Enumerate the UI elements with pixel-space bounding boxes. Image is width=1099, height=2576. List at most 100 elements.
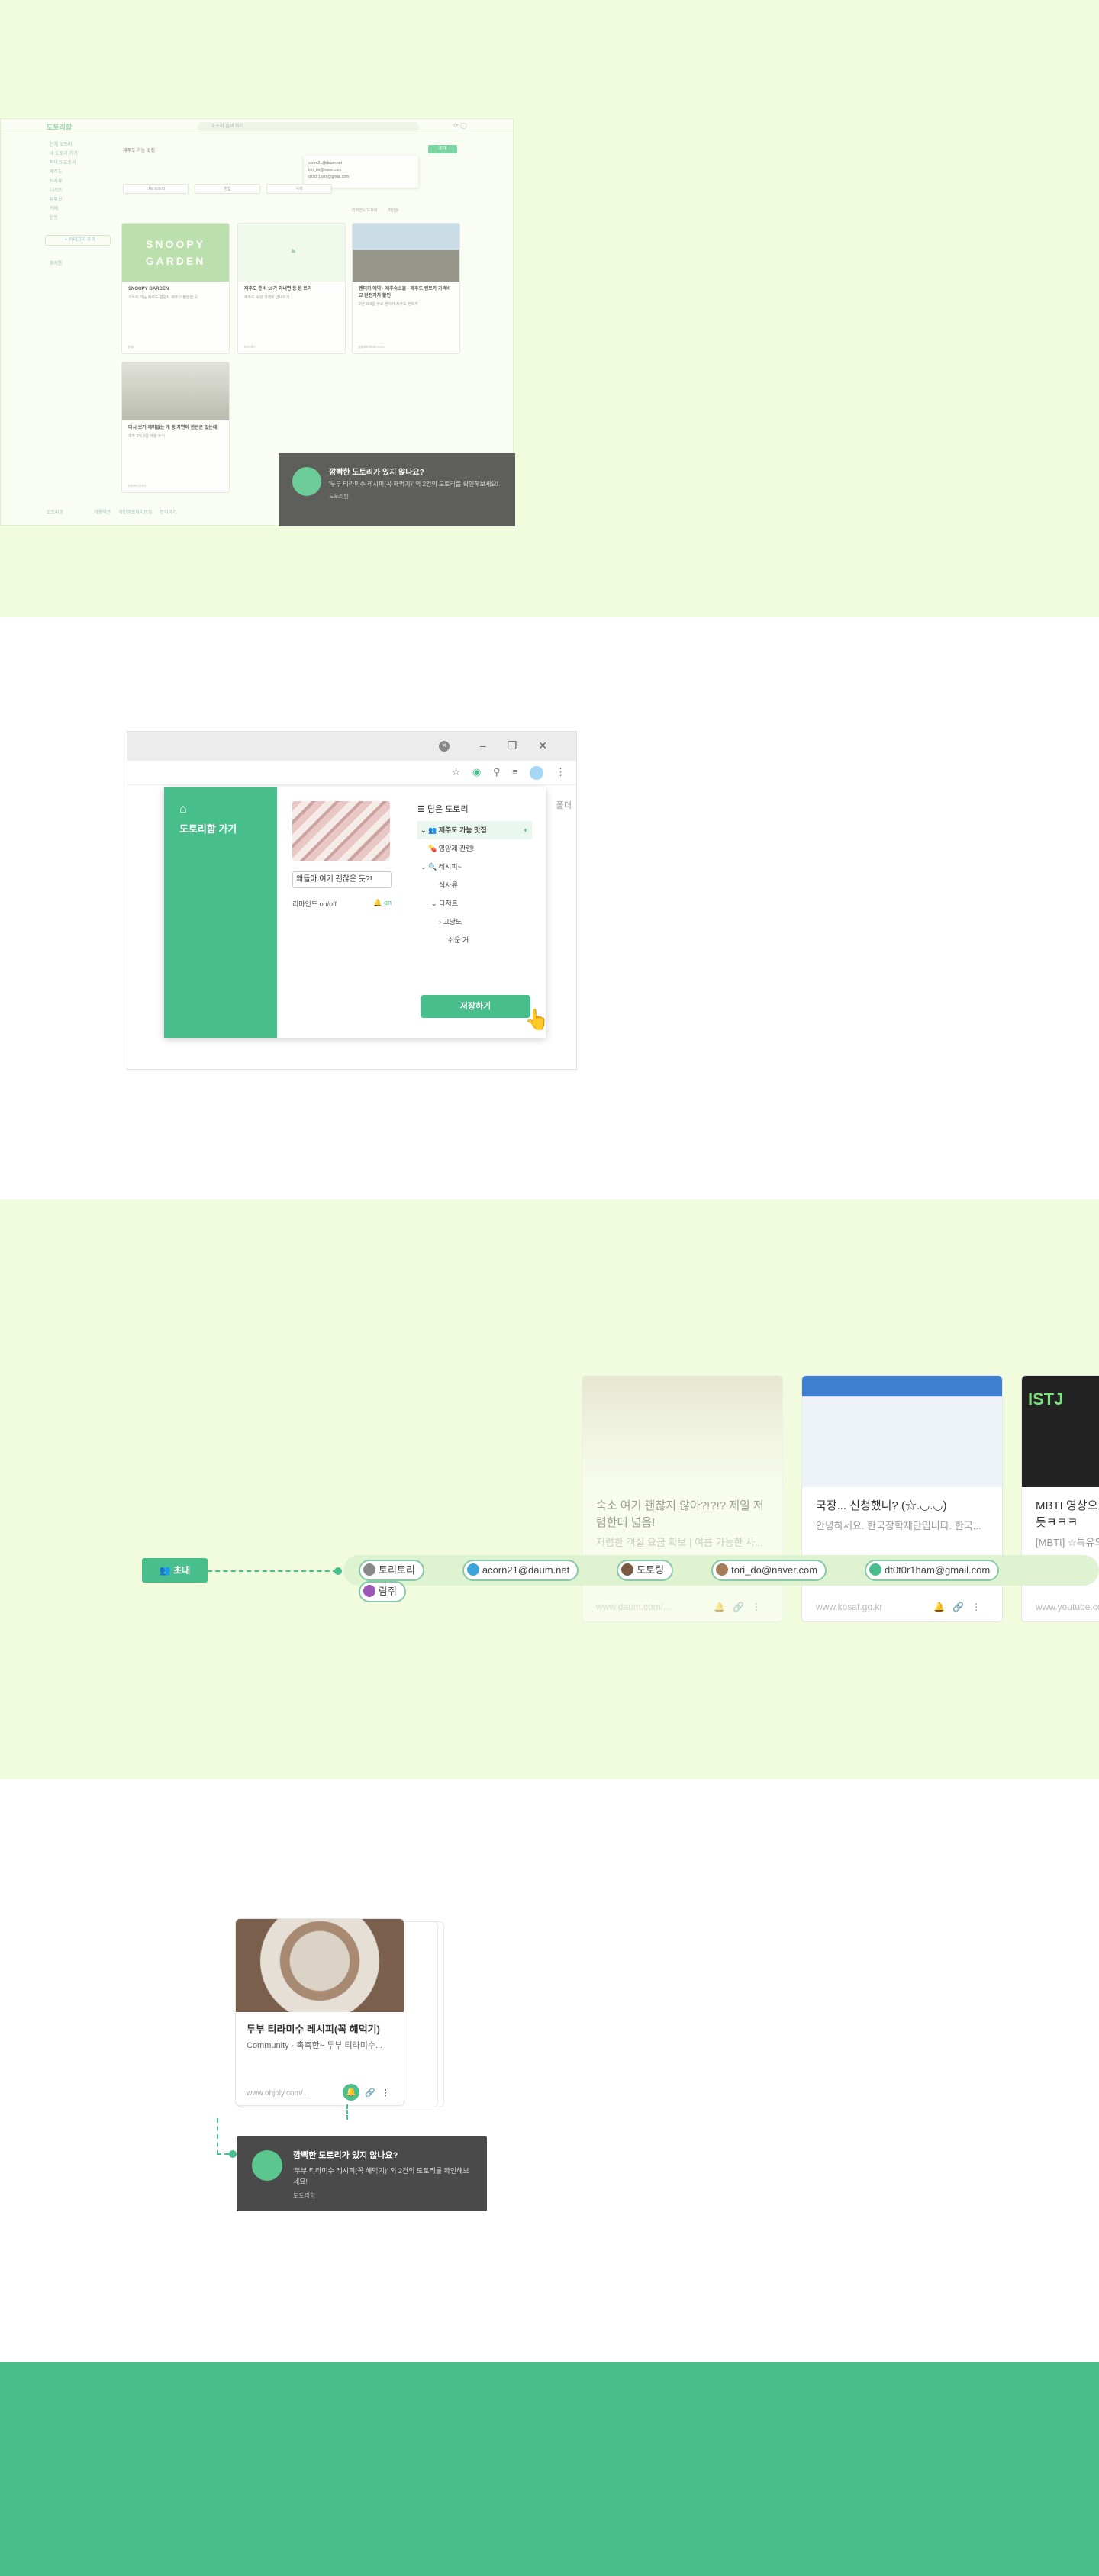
browser-tabbar: × –❐✕ xyxy=(127,732,576,761)
card-actions[interactable]: 🔔🔗⋮ xyxy=(714,1602,769,1612)
folder-tree: ☰ 담은 도토리 ⌄ 👥 제주도 가능 맛집 + 💊 영양제 관련! ⌄ 🔍 레시… xyxy=(417,803,532,949)
card-actions[interactable]: 🔔🔗⋮ xyxy=(933,1602,988,1612)
brand-logo[interactable]: 도토리함 xyxy=(47,122,72,132)
reading-list-icon[interactable]: ≡ xyxy=(512,766,518,778)
users-icon: 👥 xyxy=(159,1565,171,1576)
member-name: dt0t0r1ham@gmail.com xyxy=(885,1564,991,1576)
profile-avatar[interactable] xyxy=(530,766,544,780)
sidebar-item[interactable]: 식사류 xyxy=(45,177,115,186)
footer-link[interactable]: 이용약관 xyxy=(94,510,111,515)
card-desc: 2년 365일 무료 렌터카 제주도 렌트카 xyxy=(359,302,418,307)
card-title: 제주도 준비 10가 외내면 등 된 트리 xyxy=(244,287,312,291)
folder-item[interactable]: 식사류 xyxy=(417,876,532,894)
title-input[interactable]: 왜들아 여기 괜찮은 듯?! xyxy=(292,871,392,888)
sidebar-item[interactable]: 유튜브 xyxy=(45,195,115,204)
acorn-card[interactable]: SNOOPY GARDEN SNOOPY GARDEN 스누피 가든 제주도 관… xyxy=(121,223,230,354)
maximize-icon[interactable]: ❐ xyxy=(508,739,539,752)
folder-item[interactable]: 쉬운 거 xyxy=(417,931,532,949)
member-chip[interactable]: tori_do@naver.com xyxy=(711,1560,827,1581)
avatar xyxy=(363,1585,375,1597)
folder-label: 제주도 가능 맛집 xyxy=(438,826,487,834)
toast-link[interactable]: 도토리함 xyxy=(293,2191,475,2200)
filter-row: 나도 도토리 편집 삭제 xyxy=(123,180,338,194)
acorn-card[interactable]: ◔ 제주도 준비 10가 외내면 등 된 트리 제주도 숙성 가게로 안내하기 … xyxy=(237,223,346,354)
remind-toggle-label[interactable]: 리마인드 도토리 xyxy=(352,208,378,213)
extensions-icon[interactable]: ⚲ xyxy=(493,766,501,778)
go-to-dotorihom-link[interactable]: 도토리함 가기 xyxy=(179,821,262,836)
connector-line xyxy=(346,2104,348,2120)
brand-footer-band xyxy=(0,2362,1099,2576)
search-input[interactable]: 도토리 검색 하기 xyxy=(198,122,419,131)
sidebar-item[interactable]: 카페 xyxy=(45,204,115,214)
sidebar-item[interactable]: 전체 도토리 xyxy=(45,140,115,150)
acorn-card[interactable]: 렌터카 예약 · 제주숙소몰 · 제주도 렌트카 가격비교 완전자차 할인 2년… xyxy=(352,223,460,354)
remind-state: on xyxy=(383,899,392,906)
filter-button[interactable]: 나도 도토리 xyxy=(123,184,189,194)
save-button[interactable]: 저장하기 xyxy=(421,995,530,1018)
remind-toggle[interactable]: 리마인드 on/off 🔔 on xyxy=(292,899,392,909)
filter-button[interactable]: 삭제 xyxy=(266,184,332,194)
sidebar-item[interactable]: 운동 xyxy=(45,214,115,223)
sidebar-item[interactable]: 북마크 도토리 xyxy=(45,159,115,168)
card-thumbnail xyxy=(802,1376,1002,1487)
more-icon[interactable]: ⋮ xyxy=(382,2088,396,2098)
folder-item[interactable]: ⌄ 🔍 레시피~ xyxy=(417,858,532,876)
minimize-icon[interactable]: – xyxy=(480,739,508,752)
refresh-icon[interactable]: ⟳ xyxy=(453,122,459,129)
close-icon[interactable]: ✕ xyxy=(538,739,569,752)
toast-desc: '두부 티라미수 레시피(꼭 해먹기)' 외 2건의 도토리를 확인해보세요! xyxy=(329,481,498,488)
folder-item[interactable]: ⌄ 디저트 xyxy=(417,894,532,913)
footer-brand: 도토리함 xyxy=(47,510,64,515)
footer-link[interactable]: 개인정보처리방침 xyxy=(118,510,152,515)
toast-link[interactable]: 도토리함 xyxy=(329,493,503,501)
dashboard-window: 도토리함 도토리 검색 하기 ⟳ ◯ 전체 도토리 내 도토리 가기 북마크 도… xyxy=(0,118,515,526)
member-chip[interactable]: 토리토리 xyxy=(359,1560,424,1581)
extension-home-panel[interactable]: ⌂ 도토리함 가기 xyxy=(164,787,277,1038)
filter-button[interactable]: 편집 xyxy=(195,184,260,194)
sidebar-item[interactable]: 내 도토리 가기 xyxy=(45,150,115,159)
sort-dropdown[interactable]: 최신순 xyxy=(388,208,399,213)
card-thumbnail: SNOOPY GARDEN xyxy=(122,224,229,282)
bell-icon[interactable]: 🔔 xyxy=(343,2084,359,2101)
trash-item[interactable]: 휴지통 xyxy=(45,259,115,269)
card-actions: 🔗⋮ xyxy=(365,2088,396,2098)
member-chip[interactable]: acorn21@daum.net xyxy=(462,1560,579,1581)
card-thumbnail xyxy=(582,1376,782,1487)
dashboard-section: 도토리함 도토리 검색 하기 ⟳ ◯ 전체 도토리 내 도토리 가기 북마크 도… xyxy=(0,0,1099,617)
reminder-card[interactable]: 두부 티라미수 레시피(꼭 해먹기) Community - 촉촉한~ 두부 티… xyxy=(235,1918,404,2106)
sort-bar: 리마인드 도토리 최신순 xyxy=(352,208,398,213)
card-title: MBTI 영상으로 ISTJ 완벽 파헤쳐 준 듯ㅋㅋㅋ xyxy=(1036,1499,1099,1529)
invite-button[interactable]: 👥 초대 xyxy=(142,1558,208,1583)
member-name: tori_do@naver.com xyxy=(731,1564,818,1576)
add-category-button[interactable]: + 카테고리 추가 xyxy=(45,235,111,246)
extension-popup: ⌂ 도토리함 가기 왜들아 여기 괜찮은 듯?! 리마인드 on/off 🔔 o… xyxy=(164,787,549,1038)
link-icon[interactable]: 🔗 xyxy=(365,2088,382,2098)
acorn-card[interactable]: 다시 보기 재미없는 개 중 자연에 한번은 갔는데 제주 2박 3일 여행 후… xyxy=(121,362,230,493)
member-chip[interactable]: 람쥐 xyxy=(359,1581,406,1602)
member-chip[interactable]: dt0t0r1ham@gmail.com xyxy=(865,1560,1000,1581)
more-icon[interactable]: ⋮ xyxy=(556,766,566,778)
toast-title: 깜빡한 도토리가 있지 않나요? xyxy=(293,2151,398,2160)
sidebar-item[interactable]: 제주도 xyxy=(45,168,115,177)
folder-item[interactable]: › 고냥도 xyxy=(417,913,532,931)
add-icon[interactable]: + xyxy=(524,821,527,839)
folder-item[interactable]: 💊 영양제 관련! xyxy=(417,839,532,858)
folder-tree-header: ☰ 담은 도토리 xyxy=(417,803,532,815)
member-chip[interactable]: 도토링 xyxy=(617,1560,674,1581)
footer-link[interactable]: 문의하기 xyxy=(160,510,176,515)
profile-icon[interactable]: ◯ xyxy=(460,122,467,129)
card-thumbnail: ISTJ xyxy=(1022,1376,1099,1487)
acorn-extension-icon[interactable]: ◉ xyxy=(472,766,481,778)
card-footer: naver.com xyxy=(128,484,147,488)
reminder-toast[interactable]: 깜빡한 도토리가 있지 않나요? '두부 티라미수 레시피(꼭 해먹기)' 외 … xyxy=(237,2136,487,2211)
reminder-toast[interactable]: 깜빡한 도토리가 있지 않나요? '두부 티라미수 레시피(꼭 해먹기)' 외 … xyxy=(279,453,515,526)
connector-line xyxy=(208,1570,337,1572)
star-icon[interactable]: ☆ xyxy=(452,766,461,778)
invite-button[interactable]: 초대 xyxy=(428,145,457,153)
card-footer: www.youtube.com/... xyxy=(1036,1602,1099,1612)
sidebar: 전체 도토리 내 도토리 가기 북마크 도토리 제주도 식사류 디저트 유튜브 … xyxy=(45,140,115,269)
member-name: acorn21@daum.net xyxy=(482,1564,570,1576)
folder-item[interactable]: ⌄ 👥 제주도 가능 맛집 + xyxy=(417,821,532,839)
tab-close-icon[interactable]: × xyxy=(439,741,450,752)
sidebar-item[interactable]: 디저트 xyxy=(45,186,115,195)
